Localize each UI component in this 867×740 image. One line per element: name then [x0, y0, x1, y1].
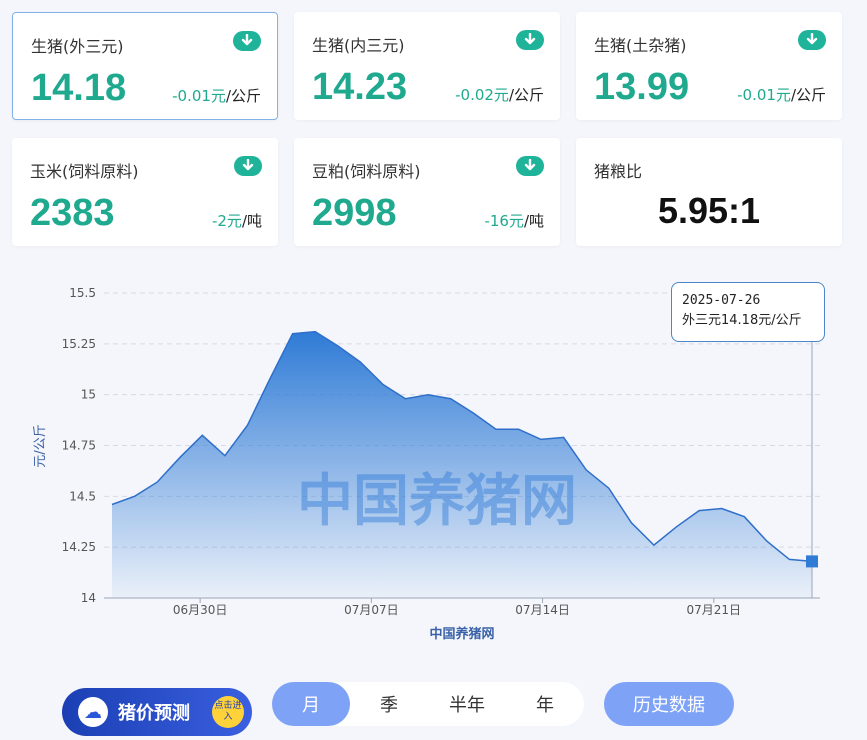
price-forecast-button[interactable]: ☁ 猪价预测 点击进入	[62, 688, 252, 736]
data-point[interactable]	[720, 507, 724, 511]
x-tick-label: 06月30日	[173, 603, 228, 617]
card-price: 13.99	[594, 66, 690, 108]
forecast-label: 猪价预测	[118, 703, 190, 724]
data-point[interactable]	[494, 427, 498, 431]
data-point[interactable]	[607, 486, 611, 490]
card-change: -0.01元/公斤	[172, 87, 261, 105]
data-point[interactable]	[268, 376, 272, 380]
tab-year[interactable]: 年	[506, 682, 584, 726]
y-tick-label: 14.5	[69, 489, 96, 503]
card-price: 14.23	[312, 66, 408, 108]
data-point[interactable]	[313, 330, 317, 334]
y-tick-labels: 15.5 15.25 15 14.75 14.5 14.25 14	[62, 286, 96, 605]
x-tick-label: 07月21日	[687, 603, 742, 617]
card-title: 猪粮比	[594, 162, 643, 181]
history-data-button[interactable]: 历史数据	[604, 682, 734, 726]
data-point[interactable]	[336, 344, 340, 348]
tab-quarter[interactable]: 季	[350, 682, 428, 726]
price-card-waisanyuan[interactable]: 生猪(外三元) 14.18 -0.01元/公斤	[12, 12, 278, 120]
x-tick-label: 07月14日	[515, 603, 570, 617]
data-point[interactable]	[245, 423, 249, 427]
data-point[interactable]	[584, 468, 588, 472]
current-point-marker[interactable]	[806, 555, 818, 568]
y-tick-label: 14.25	[62, 540, 96, 554]
card-title: 豆粕(饲料原料)	[312, 162, 421, 181]
data-point[interactable]	[358, 360, 362, 364]
click-enter-badge: 点击进入	[212, 696, 244, 728]
y-tick-label: 15.25	[62, 337, 96, 351]
data-point[interactable]	[471, 411, 475, 415]
card-title: 生猪(外三元)	[31, 37, 124, 56]
data-point[interactable]	[133, 494, 137, 498]
x-tick-label: 07月07日	[344, 603, 399, 617]
data-point[interactable]	[178, 456, 182, 460]
data-point[interactable]	[291, 332, 295, 336]
down-arrow-icon	[234, 156, 262, 176]
card-price: 2383	[30, 192, 115, 234]
x-axis-label: 中国养猪网	[429, 626, 494, 642]
x-tick-labels: 06月30日 07月07日 07月14日 07月21日	[173, 598, 741, 617]
pig-grain-ratio-card[interactable]: 猪粮比 5.95:1	[576, 138, 842, 246]
card-price: 2998	[312, 192, 397, 234]
data-point[interactable]	[223, 454, 227, 458]
data-point[interactable]	[697, 509, 701, 513]
tooltip-value: 外三元14.18元/公斤	[682, 313, 802, 328]
down-arrow-icon	[233, 31, 261, 51]
data-point[interactable]	[675, 525, 679, 529]
data-point[interactable]	[449, 397, 453, 401]
y-tick-label: 15	[81, 388, 96, 402]
data-point[interactable]	[765, 539, 769, 543]
watermark: 中国养猪网	[297, 469, 577, 534]
data-point[interactable]	[652, 543, 656, 547]
data-point[interactable]	[200, 433, 204, 437]
data-point[interactable]	[404, 397, 408, 401]
y-axis-label: 元/公斤	[33, 424, 48, 467]
card-title: 生猪(土杂猪)	[594, 36, 687, 55]
card-change: -2元/吨	[211, 212, 262, 230]
y-tick-label: 14	[81, 591, 96, 605]
down-arrow-icon	[798, 30, 826, 50]
data-point[interactable]	[539, 437, 543, 441]
price-area	[112, 331, 812, 598]
tooltip-date: 2025-07-26	[682, 293, 761, 308]
ratio-value: 5.95:1	[657, 190, 761, 231]
data-point[interactable]	[381, 383, 385, 387]
down-arrow-icon	[516, 156, 544, 176]
card-title: 生猪(内三元)	[312, 36, 405, 55]
y-tick-label: 15.5	[69, 286, 96, 300]
tab-half-year[interactable]: 半年	[428, 682, 506, 726]
data-point[interactable]	[110, 502, 114, 506]
card-change: -0.02元/公斤	[455, 86, 544, 104]
period-tabs: 月 季 半年 年	[272, 682, 584, 726]
price-card-tuzazhu[interactable]: 生猪(土杂猪) 13.99 -0.01元/公斤	[576, 12, 842, 120]
y-tick-label: 14.75	[62, 439, 96, 453]
data-point[interactable]	[426, 393, 430, 397]
tab-month[interactable]: 月	[272, 682, 350, 726]
card-change: -16元/吨	[484, 212, 544, 230]
chart-tooltip: 2025-07-26 外三元14.18元/公斤	[671, 282, 825, 342]
price-card-corn[interactable]: 玉米(饲料原料) 2383 -2元/吨	[12, 138, 278, 246]
cloud-icon: ☁	[78, 697, 108, 727]
data-point[interactable]	[155, 480, 159, 484]
down-arrow-icon	[516, 30, 544, 50]
price-card-soymeal[interactable]: 豆粕(饲料原料) 2998 -16元/吨	[294, 138, 560, 246]
card-title: 玉米(饲料原料)	[30, 162, 139, 181]
data-point[interactable]	[787, 557, 791, 561]
data-point[interactable]	[742, 515, 746, 519]
data-point[interactable]	[516, 427, 520, 431]
data-point[interactable]	[629, 521, 633, 525]
data-point[interactable]	[562, 435, 566, 439]
card-price: 14.18	[31, 67, 127, 109]
price-card-neisanyuan[interactable]: 生猪(内三元) 14.23 -0.02元/公斤	[294, 12, 560, 120]
card-change: -0.01元/公斤	[737, 86, 826, 104]
